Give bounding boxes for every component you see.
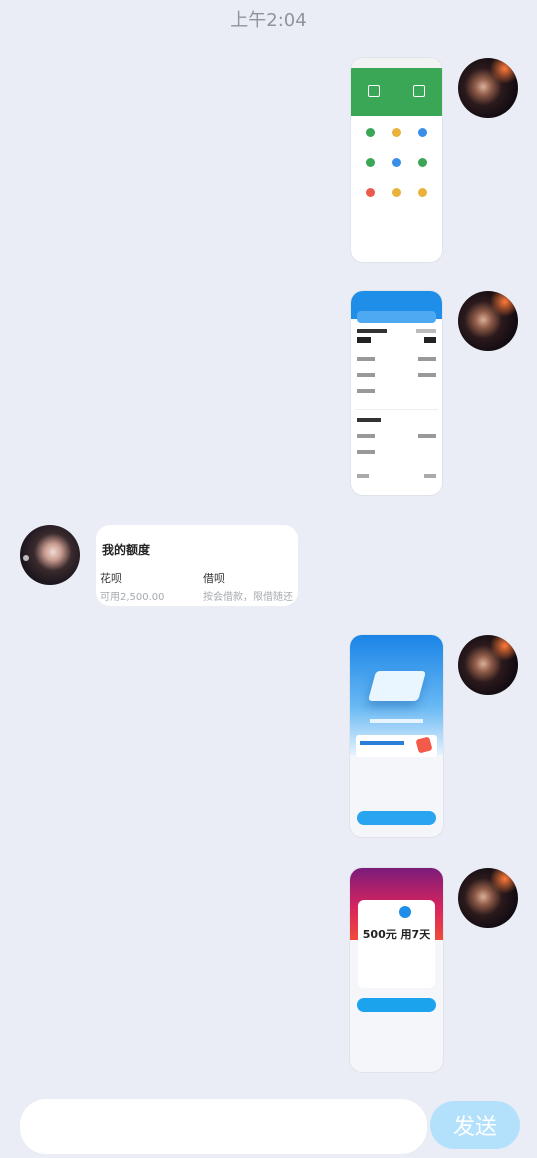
promo-card: 500元 用7天 — [358, 900, 435, 988]
jiebei-desc: 按会借款，限借随还 — [203, 592, 293, 603]
image-message-promo-blue[interactable] — [350, 635, 443, 837]
huabei-entry: 花呗 可用2,500.00 — [100, 570, 165, 603]
jiebei-name: 借呗 — [203, 572, 225, 585]
image-message-promo-red[interactable]: 500元 用7天 — [350, 868, 443, 1072]
chat-timestamp: 上午2:04 — [230, 10, 307, 31]
promo-price: 500元 用7天 — [362, 928, 431, 941]
self-avatar[interactable] — [458, 58, 518, 118]
text-message-limit[interactable]: 我的额度 花呗 可用2,500.00 借呗 按会借款，限借随还 — [96, 525, 298, 606]
self-avatar[interactable] — [458, 868, 518, 928]
huabei-name: 花呗 — [100, 572, 122, 585]
image-message-account[interactable] — [351, 291, 442, 495]
send-button[interactable]: 发送 — [430, 1101, 520, 1149]
contact-avatar[interactable] — [20, 525, 80, 585]
message-input[interactable] — [20, 1099, 427, 1154]
wallet-header — [351, 68, 442, 116]
limit-title: 我的额度 — [102, 543, 151, 557]
promo-red-cta — [357, 998, 436, 1012]
huabei-available: 可用2,500.00 — [100, 592, 165, 603]
promo-blue-cta — [357, 811, 436, 825]
account-header — [351, 291, 442, 323]
self-avatar[interactable] — [458, 291, 518, 351]
self-avatar[interactable] — [458, 635, 518, 695]
image-message-wallet[interactable] — [351, 58, 442, 262]
jiebei-entry: 借呗 按会借款，限借随还 — [203, 570, 293, 603]
wallet-services-grid — [351, 116, 442, 212]
card-illustration — [367, 671, 427, 701]
